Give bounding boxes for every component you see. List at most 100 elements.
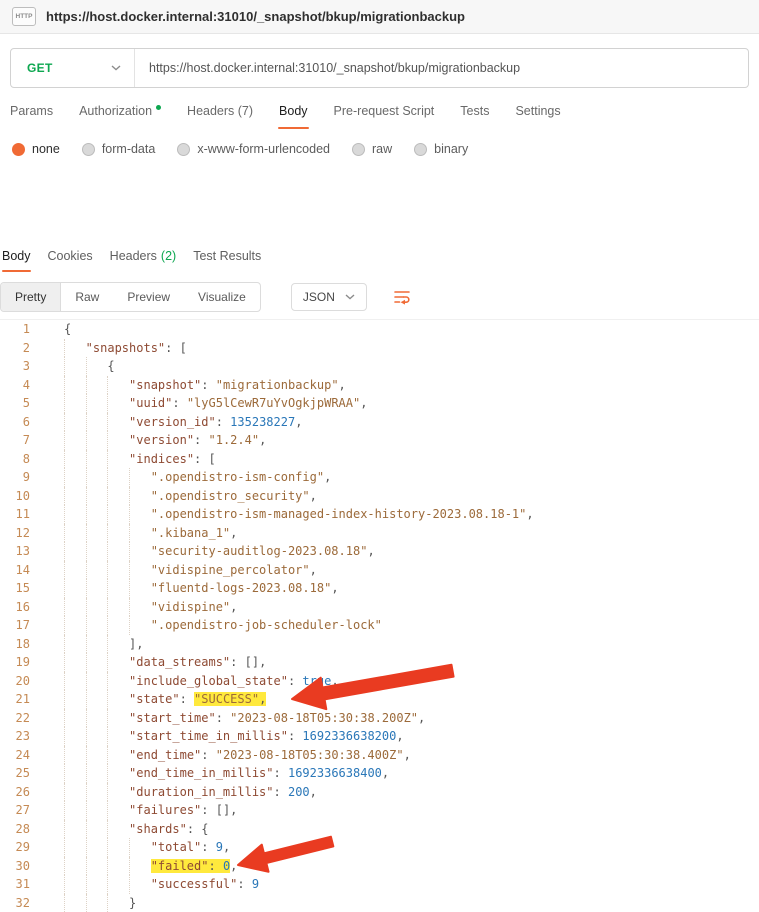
radio-icon (352, 143, 365, 156)
code-token: : (288, 729, 302, 743)
tab-headers-7[interactable]: Headers (7) (187, 104, 253, 129)
indent-guide (86, 357, 108, 376)
indent-guide (86, 579, 108, 598)
indent-guide (64, 561, 86, 580)
code-token: ], (129, 637, 143, 651)
indent-guide (64, 431, 86, 450)
indent-guide (107, 487, 129, 506)
line-number: 25 (0, 764, 30, 783)
code-line-16: "vidispine", (64, 598, 759, 617)
code-token: , (324, 470, 331, 484)
indent-guide (64, 468, 86, 487)
body-type-label: binary (434, 142, 468, 156)
code-token: , (331, 674, 338, 688)
indent-guide (86, 801, 108, 820)
line-number: 27 (0, 801, 30, 820)
radio-icon (82, 143, 95, 156)
code-token: , (360, 396, 367, 410)
response-tab-label: Headers (110, 249, 157, 263)
indent-guide (64, 746, 86, 765)
wrap-text-icon[interactable] (393, 289, 411, 305)
code-token: : (180, 692, 194, 706)
code-token: "2023-08-18T05:30:38.400Z" (216, 748, 404, 762)
code-token: "fluentd-logs-2023.08.18" (151, 581, 332, 595)
tab-body[interactable]: Body (279, 104, 308, 129)
code-token: 1692336638200 (302, 729, 396, 743)
body-type-selector: none form-data x-www-form-urlencoded raw bin… (0, 129, 759, 169)
code-token: "duration_in_millis" (129, 785, 274, 799)
format-dropdown[interactable]: JSON (291, 283, 367, 311)
tab-params[interactable]: Params (10, 104, 53, 129)
code-token: "version_id" (129, 415, 216, 429)
body-type-form-data[interactable]: form-data (82, 142, 156, 156)
code-token: "start_time_in_millis" (129, 729, 288, 743)
view-mode-visualize[interactable]: Visualize (184, 283, 260, 311)
indent-guide (64, 413, 86, 432)
body-type-label: x-www-form-urlencoded (197, 142, 330, 156)
view-mode-pretty[interactable]: Pretty (1, 283, 61, 311)
response-tab-body[interactable]: Body (2, 249, 31, 272)
indent-guide (86, 857, 108, 876)
line-number: 15 (0, 579, 30, 598)
indent-guide (86, 838, 108, 857)
indent-guide (64, 376, 86, 395)
indent-guide (107, 727, 129, 746)
indent-guide (86, 505, 108, 524)
response-tab-headers[interactable]: Headers(2) (110, 249, 177, 272)
line-number: 19 (0, 653, 30, 672)
chevron-down-icon (111, 65, 121, 71)
indent-guide (64, 690, 86, 709)
line-number: 16 (0, 598, 30, 617)
code-token: : (194, 433, 208, 447)
indent-guide (107, 857, 129, 876)
code-token: , (230, 600, 237, 614)
url-input[interactable]: https://host.docker.internal:31010/_snap… (135, 49, 748, 87)
response-body-viewer[interactable]: 1234567891011121314151617181920212223242… (0, 319, 759, 912)
response-tab-test-results[interactable]: Test Results (193, 249, 261, 272)
code-token: "data_streams" (129, 655, 230, 669)
body-type-raw[interactable]: raw (352, 142, 392, 156)
code-token: : [], (201, 803, 237, 817)
indent-guide (64, 542, 86, 561)
line-number: 28 (0, 820, 30, 839)
code-line-22: "start_time": "2023-08-18T05:30:38.200Z"… (64, 709, 759, 728)
code-token: ".opendistro_security" (151, 489, 310, 503)
body-type-label: none (32, 142, 60, 156)
indent-guide (64, 727, 86, 746)
line-number: 32 (0, 894, 30, 912)
view-mode-preview[interactable]: Preview (113, 283, 184, 311)
response-tabs: Body Cookies Headers(2) Test Results (0, 249, 759, 272)
code-token: 1692336638400 (288, 766, 382, 780)
body-type-binary[interactable]: binary (414, 142, 468, 156)
indent-guide (64, 635, 86, 654)
code-token: , (310, 489, 317, 503)
indent-guide (86, 487, 108, 506)
indent-guide (129, 857, 151, 876)
tab-authorization[interactable]: Authorization (79, 104, 161, 129)
line-number: 20 (0, 672, 30, 691)
method-selector[interactable]: GET (11, 49, 135, 87)
code-line-7: "version": "1.2.4", (64, 431, 759, 450)
line-number: 21 (0, 690, 30, 709)
code-token: "migrationbackup" (216, 378, 339, 392)
tab-settings[interactable]: Settings (515, 104, 560, 129)
code-token: "end_time_in_millis" (129, 766, 274, 780)
indent-guide (64, 394, 86, 413)
code-token: "indices" (129, 452, 194, 466)
code-token: , (331, 581, 338, 595)
view-mode-raw[interactable]: Raw (61, 283, 113, 311)
code-line-8: "indices": [ (64, 450, 759, 469)
response-tab-cookies[interactable]: Cookies (48, 249, 93, 272)
tab-tests[interactable]: Tests (460, 104, 489, 129)
code-line-13: "security-auditlog-2023.08.18", (64, 542, 759, 561)
body-type-none[interactable]: none (12, 142, 60, 156)
body-type-x-www-form-urlencoded[interactable]: x-www-form-urlencoded (177, 142, 330, 156)
code-token: : (274, 766, 288, 780)
code-token: , (259, 433, 266, 447)
http-request-icon: HTTP (12, 7, 36, 26)
code-line-17: ".opendistro-job-scheduler-lock" (64, 616, 759, 635)
tab-pre-request-script[interactable]: Pre-request Script (334, 104, 435, 129)
code-line-24: "end_time": "2023-08-18T05:30:38.400Z", (64, 746, 759, 765)
indent-guide (129, 487, 151, 506)
indent-guide (129, 468, 151, 487)
